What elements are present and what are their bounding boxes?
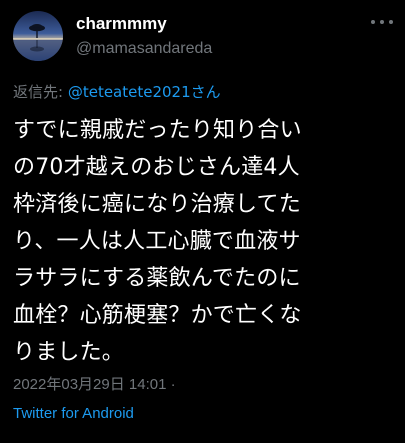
tweet-text-line: り、一人は人工心臓で血液サ xyxy=(13,229,301,254)
reply-to-mention-link[interactable]: @teteatete2021さん xyxy=(68,83,221,101)
avatar[interactable] xyxy=(13,11,63,61)
reply-to-line: 返信先: @teteatete2021さん xyxy=(13,82,221,102)
tweet-text-line: すでに親戚だったり知り合い xyxy=(13,118,302,143)
tweet-text-line: りました。 xyxy=(13,340,125,365)
author-handle[interactable]: @mamasandareda xyxy=(76,38,212,60)
tweet-text-line: ラサラにする薬飲んでたのに xyxy=(13,266,301,291)
tweet-text-line: 枠済後に癌になり治療してた xyxy=(13,192,301,217)
author-display-name[interactable]: charmmmy xyxy=(76,13,212,35)
tweet-detail: charmmmy @mamasandareda 返信先: @teteatete2… xyxy=(0,0,405,443)
tweet-text: すでに親戚だったり知り合い の70才越えのおじさん達4人 枠済後に癌になり治療し… xyxy=(13,112,405,371)
tweet-timestamp[interactable]: 2022年03月29日 14:01 · xyxy=(13,375,176,395)
reply-to-label: 返信先: xyxy=(13,83,68,101)
more-dots-icon[interactable] xyxy=(371,19,393,25)
tweet-text-line: の70才越えのおじさん達4人 xyxy=(13,155,300,180)
tweet-source-link[interactable]: Twitter for Android xyxy=(13,404,134,424)
author-names: charmmmy @mamasandareda xyxy=(76,13,212,60)
tweet-header: charmmmy @mamasandareda xyxy=(13,11,212,61)
avatar-image xyxy=(13,11,63,61)
tweet-text-line: 血栓？心筋梗塞？かで亡くな xyxy=(13,303,302,328)
